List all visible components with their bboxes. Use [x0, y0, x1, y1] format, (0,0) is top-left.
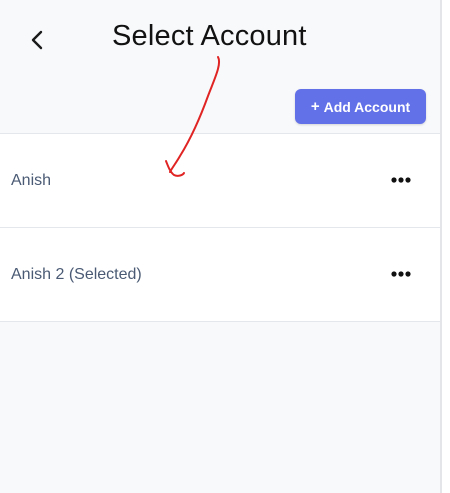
account-panel: Select Account + Add Account Anish Anish…: [0, 0, 440, 493]
account-list: Anish Anish 2 (Selected): [0, 133, 440, 322]
more-horizontal-icon: [391, 271, 411, 277]
panel-divider: [440, 0, 442, 493]
plus-icon: +: [310, 98, 320, 115]
account-name: Anish: [11, 172, 52, 189]
account-name: Anish 2 (Selected): [11, 266, 142, 283]
account-menu-button[interactable]: [386, 264, 416, 284]
account-row[interactable]: Anish 2 (Selected): [0, 227, 440, 322]
page-title: Select Account: [112, 20, 307, 52]
chevron-left-icon: [31, 30, 43, 50]
back-button[interactable]: [22, 24, 52, 56]
add-account-label: Add Account: [323, 98, 411, 115]
account-menu-button[interactable]: [386, 170, 416, 190]
add-account-button[interactable]: + Add Account: [295, 89, 426, 124]
account-row[interactable]: Anish: [0, 133, 440, 227]
more-horizontal-icon: [391, 177, 411, 183]
